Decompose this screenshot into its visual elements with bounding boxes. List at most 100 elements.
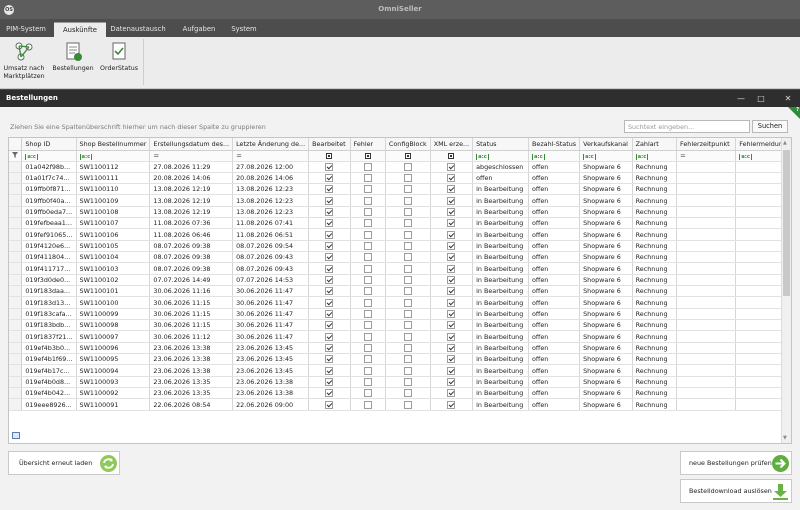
cell-fehler[interactable] (350, 296, 386, 309)
close-button[interactable]: ✕ (781, 92, 795, 105)
checkbox[interactable] (447, 185, 456, 194)
cell-fehler[interactable] (350, 262, 386, 275)
cell-configblock[interactable] (385, 228, 431, 241)
column-header-bezahl-status[interactable]: Bezahl-Status (528, 138, 581, 151)
cell-bearbeitet[interactable] (308, 353, 351, 366)
cell-fehler[interactable] (350, 308, 386, 321)
row-indicator[interactable] (9, 194, 23, 207)
cell-fehler[interactable] (350, 342, 386, 355)
cell-bearbeitet[interactable] (308, 183, 351, 196)
row-indicator[interactable] (9, 353, 23, 366)
cell-configblock[interactable] (385, 342, 431, 355)
order-status-button[interactable]: OrderStatus (98, 41, 140, 73)
checkbox[interactable] (325, 321, 334, 330)
cell-fehler[interactable] (350, 240, 386, 253)
cell-xml-erze[interactable] (430, 217, 474, 230)
checkbox[interactable] (363, 343, 372, 352)
cell-xml-erze[interactable] (430, 285, 474, 298)
checkbox[interactable] (363, 173, 372, 182)
cell-xml-erze[interactable] (430, 342, 474, 355)
checkbox[interactable] (325, 366, 334, 375)
checkbox[interactable] (325, 400, 334, 409)
checkbox[interactable] (325, 355, 334, 364)
checkbox[interactable] (325, 219, 334, 228)
cell-fehler[interactable] (350, 285, 386, 298)
checkbox[interactable] (325, 196, 334, 205)
column-header-erstellungsdatum-des[interactable]: Erstellungsdatum des... (149, 138, 234, 151)
text-filter-icon[interactable]: a:c (25, 153, 39, 160)
checkbox[interactable] (447, 400, 456, 409)
checkbox[interactable] (363, 332, 372, 341)
table-row[interactable]: 01a042f98b... SW1100112 27.08.2026 11:29 27… (9, 161, 791, 173)
cell-bearbeitet[interactable] (308, 319, 351, 332)
checkbox[interactable] (363, 253, 372, 262)
checkbox[interactable] (325, 264, 334, 273)
cell-configblock[interactable] (385, 172, 431, 185)
cell-configblock[interactable] (385, 274, 431, 287)
cell-configblock[interactable] (385, 240, 431, 253)
equals-operator-icon[interactable]: = (153, 152, 159, 160)
tab-system[interactable]: System (226, 22, 262, 37)
filter-cell[interactable]: a:c (472, 150, 530, 162)
checkbox[interactable] (363, 185, 372, 194)
checkbox[interactable] (325, 332, 334, 341)
row-indicator[interactable] (9, 285, 23, 298)
checkbox[interactable] (325, 162, 334, 171)
cell-configblock[interactable] (385, 262, 431, 275)
minimize-button[interactable]: — (734, 92, 748, 105)
checkbox[interactable] (403, 185, 412, 194)
text-filter-icon[interactable]: a:c (635, 153, 649, 160)
checkbox[interactable] (447, 309, 456, 318)
cell-fehler[interactable] (350, 228, 386, 241)
text-filter-icon[interactable]: a:c (739, 153, 752, 160)
filter-cell[interactable] (308, 150, 351, 162)
table-row[interactable]: 019ffb0f871... SW1100110 13.08.2026 12:19 1… (9, 183, 791, 196)
table-row[interactable]: 019f183daa... SW1100101 30.06.2026 11:16 30… (9, 285, 791, 298)
sales-by-marketplace-button[interactable]: Umsatz nach Marktplätzen (2, 41, 46, 81)
cell-configblock[interactable] (385, 217, 431, 230)
column-header-status[interactable]: Status (472, 138, 530, 151)
cell-configblock[interactable] (385, 353, 431, 366)
filter-cell[interactable] (385, 150, 431, 162)
checkbox[interactable] (403, 287, 412, 296)
checkbox[interactable] (363, 298, 372, 307)
cell-fehler[interactable] (350, 217, 386, 230)
filter-checkbox[interactable] (326, 152, 333, 159)
checkbox[interactable] (363, 377, 372, 386)
checkbox[interactable] (325, 343, 334, 352)
cell-configblock[interactable] (385, 161, 431, 173)
checkbox[interactable] (325, 298, 334, 307)
cell-bearbeitet[interactable] (308, 206, 351, 219)
row-indicator[interactable] (9, 172, 23, 185)
checkbox[interactable] (363, 400, 372, 409)
checkbox[interactable] (403, 321, 412, 330)
row-indicator[interactable] (9, 342, 23, 355)
tab-datenaustausch[interactable]: Datenaustausch (108, 22, 168, 37)
checkbox[interactable] (447, 173, 456, 182)
table-row[interactable]: 019f183cafa... SW1100099 30.06.2026 11:15 3… (9, 308, 791, 321)
table-row[interactable]: 019ef4b0d8... SW1100093 23.06.2026 13:35 23… (9, 376, 791, 389)
column-header-shop-id[interactable]: Shop ID (21, 138, 77, 151)
row-indicator[interactable] (9, 398, 23, 411)
column-header-verkaufskanal[interactable]: Verkaufskanal (579, 138, 633, 151)
checkbox[interactable] (325, 173, 334, 182)
tab-auskuenfte[interactable]: Auskünfte (54, 22, 106, 37)
group-by-hint[interactable]: Ziehen Sie eine Spaltenüberschrift hierh… (10, 123, 266, 131)
table-row[interactable]: 019ef4b1f69... SW1100095 23.06.2026 13:38 2… (9, 353, 791, 366)
column-header-shop-bestellnummer[interactable]: Shop Bestellnummer (76, 138, 151, 151)
scroll-up-icon[interactable]: ▲ (783, 140, 787, 146)
checkbox[interactable] (403, 366, 412, 375)
checkbox[interactable] (403, 264, 412, 273)
row-indicator[interactable] (9, 364, 23, 377)
cell-fehler[interactable] (350, 330, 386, 343)
cell-xml-erze[interactable] (430, 206, 474, 219)
checkbox[interactable] (363, 309, 372, 318)
table-row[interactable]: 019eee8926... SW1100091 22.06.2026 08:54 22… (9, 398, 791, 411)
row-indicator[interactable] (9, 274, 23, 287)
cell-xml-erze[interactable] (430, 387, 474, 400)
cell-xml-erze[interactable] (430, 330, 474, 343)
cell-fehler[interactable] (350, 251, 386, 264)
cell-xml-erze[interactable] (430, 194, 474, 207)
checkbox[interactable] (447, 321, 456, 330)
checkbox[interactable] (403, 219, 412, 228)
